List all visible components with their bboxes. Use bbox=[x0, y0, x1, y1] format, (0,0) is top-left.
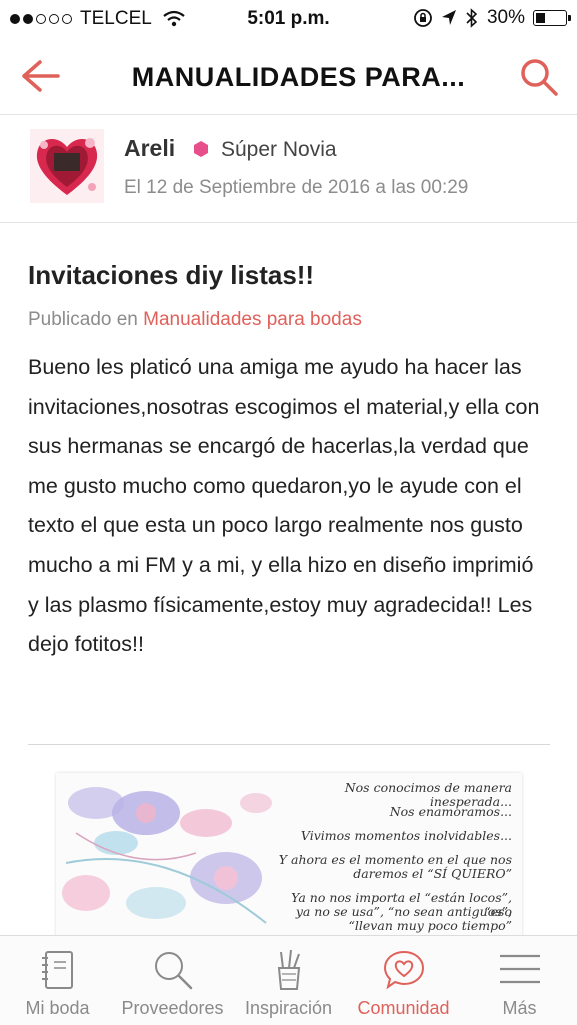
tab-comunidad[interactable]: Comunidad bbox=[346, 936, 461, 1025]
battery-icon bbox=[533, 10, 571, 26]
heart-chat-icon bbox=[383, 950, 424, 990]
invitation-line: Nos conocimos de manera inesperada... bbox=[344, 780, 512, 809]
tab-mas[interactable]: Más bbox=[462, 936, 577, 1025]
battery-percent: 30% bbox=[486, 7, 525, 28]
avatar[interactable] bbox=[30, 129, 104, 203]
back-arrow-icon[interactable] bbox=[18, 56, 62, 96]
tab-label: Proveedores bbox=[121, 998, 224, 1018]
location-icon bbox=[441, 10, 456, 25]
heart-avatar-image bbox=[36, 138, 98, 195]
status-bar: TELCEL 5:01 p.m. 30% bbox=[0, 0, 577, 38]
invitation-line: daremos el “SÍ QUIERO” bbox=[353, 866, 512, 881]
page-title: MANUALIDADES PARA... bbox=[131, 62, 466, 92]
author-name[interactable]: Areli bbox=[124, 135, 175, 162]
tab-label: Comunidad bbox=[357, 998, 450, 1018]
invitation-line: Y ahora es el momento en el que nos bbox=[278, 852, 512, 867]
invitation-line: Nos enamoramos... bbox=[389, 804, 512, 819]
pencil-cup-icon bbox=[277, 949, 300, 990]
invitation-photo[interactable]: Nos conocimos de manera inesperada... No… bbox=[56, 773, 522, 943]
post-meta: Publicado en Manualidades para bodas bbox=[28, 309, 362, 331]
tab-label: Más bbox=[502, 998, 537, 1018]
post-body: Bueno les platicó una amiga me ayudo ha … bbox=[28, 355, 540, 657]
notebook-icon bbox=[41, 951, 73, 989]
author-header: Areli Súper Novia El 12 de Septiembre de… bbox=[0, 115, 577, 223]
tab-bar: Mi boda Proveedores Inspiración Comunida… bbox=[0, 935, 577, 1025]
post-date: El 12 de Septiembre de 2016 a las 00:29 bbox=[124, 177, 469, 198]
tab-label: Mi boda bbox=[25, 998, 90, 1018]
nav-bar: MANUALIDADES PARA... bbox=[0, 38, 577, 115]
tab-inspiracion[interactable]: Inspiración bbox=[231, 936, 346, 1025]
divider bbox=[28, 744, 550, 745]
tab-proveedores[interactable]: Proveedores bbox=[115, 936, 230, 1025]
status-right: 30% bbox=[413, 7, 571, 29]
bluetooth-icon bbox=[466, 8, 478, 28]
post-title: Invitaciones diy listas!! bbox=[28, 260, 315, 290]
category-link[interactable]: Manualidades para bodas bbox=[143, 309, 362, 330]
tab-mi-boda[interactable]: Mi boda bbox=[0, 936, 115, 1025]
search-icon[interactable] bbox=[517, 55, 561, 99]
invitation-text: Nos conocimos de manera inesperada... No… bbox=[262, 781, 512, 943]
floral-decoration bbox=[62, 787, 272, 924]
tab-label: Inspiración bbox=[244, 998, 333, 1018]
search-icon bbox=[154, 952, 192, 990]
user-rank-badge: Súper Novia bbox=[221, 138, 337, 161]
invitation-line: Vivimos momentos inolvidables... bbox=[300, 828, 512, 843]
published-label: Publicado en bbox=[28, 309, 138, 330]
invitation-line: ya no se usa”, “no sean antiguos”, bbox=[295, 904, 512, 919]
menu-icon bbox=[499, 954, 540, 984]
invitation-line: Ya no nos importa el “están locos”, “eso bbox=[291, 890, 512, 919]
orientation-lock-icon bbox=[414, 9, 432, 27]
hexagon-badge-icon bbox=[194, 141, 208, 157]
